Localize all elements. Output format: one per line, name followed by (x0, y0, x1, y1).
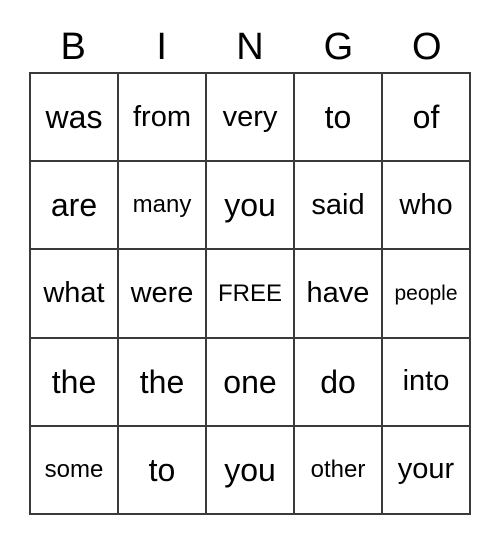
bingo-cell-label: people (394, 282, 458, 305)
bingo-cell-label: you (224, 187, 276, 224)
bingo-cell-label: to (324, 99, 352, 136)
bingo-cell-label: one (223, 363, 277, 400)
bingo-cell[interactable]: some (31, 426, 119, 516)
bingo-cell-label: your (397, 453, 455, 486)
bingo-cell[interactable]: to (119, 426, 207, 516)
bingo-cell[interactable]: you (207, 426, 295, 516)
bingo-cell[interactable]: to (295, 74, 383, 163)
bingo-cell[interactable]: what (31, 250, 119, 339)
bingo-cell[interactable]: was (31, 74, 119, 163)
bingo-cell[interactable]: have (295, 250, 383, 339)
bingo-cell[interactable]: the (31, 338, 119, 427)
bingo-cell[interactable]: do (295, 338, 383, 427)
bingo-cell[interactable]: into (383, 338, 471, 427)
bingo-cell-label: have (306, 277, 370, 309)
bingo-cell-label: into (402, 365, 450, 398)
bingo-cell[interactable]: people (383, 250, 471, 339)
bingo-header-letter-g: G (323, 26, 354, 68)
bingo-cell[interactable]: one (207, 338, 295, 427)
bingo-cell[interactable]: your (383, 426, 471, 516)
bingo-cell[interactable]: from (119, 74, 207, 163)
bingo-cell-label: the (139, 363, 185, 400)
bingo-cell-label: of (412, 99, 440, 136)
bingo-cell-label: to (148, 451, 176, 488)
bingo-cell-label: you (224, 451, 276, 488)
bingo-cell[interactable]: who (383, 162, 471, 251)
bingo-header-letter-i: I (156, 26, 167, 68)
bingo-row: what were FREE have people (31, 250, 471, 339)
bingo-cell-label: what (43, 277, 105, 309)
bingo-header-letter-b: B (60, 26, 86, 68)
bingo-cell[interactable]: are (31, 162, 119, 251)
bingo-cell-label: said (311, 188, 365, 221)
bingo-row: are many you said who (31, 162, 471, 251)
bingo-cell-label: some (44, 455, 104, 483)
bingo-cell-label: who (399, 188, 453, 221)
bingo-cell-label: very (222, 100, 278, 133)
bingo-cell[interactable]: said (295, 162, 383, 251)
bingo-cell[interactable]: the (119, 338, 207, 427)
bingo-free-label: FREE (217, 279, 282, 307)
bingo-cell-label: was (45, 99, 103, 136)
bingo-cell-label: the (51, 363, 97, 400)
bingo-cell[interactable]: other (295, 426, 383, 516)
bingo-cell-label: other (310, 455, 366, 483)
bingo-row: the the one do into (31, 338, 471, 427)
bingo-cell-label: were (130, 277, 194, 309)
bingo-free-cell[interactable]: FREE (207, 250, 295, 339)
bingo-cell-label: do (320, 363, 356, 400)
bingo-header-letter-o: O (412, 26, 442, 68)
bingo-row: was from very to of (31, 74, 471, 163)
bingo-cell-label: many (132, 191, 192, 219)
bingo-header-letter-n: N (236, 26, 264, 68)
bingo-card: B I N G O was from very to of are many y… (0, 0, 500, 544)
bingo-cell[interactable]: you (207, 162, 295, 251)
bingo-cell[interactable]: were (119, 250, 207, 339)
bingo-cell-label: are (50, 187, 98, 224)
bingo-header-row: B I N G O (29, 22, 471, 72)
bingo-cell[interactable]: of (383, 74, 471, 163)
bingo-cell[interactable]: very (207, 74, 295, 163)
bingo-row: some to you other your (31, 426, 471, 516)
bingo-grid: was from very to of are many you said wh… (29, 72, 471, 516)
bingo-cell-label: from (133, 100, 191, 133)
bingo-cell[interactable]: many (119, 162, 207, 251)
